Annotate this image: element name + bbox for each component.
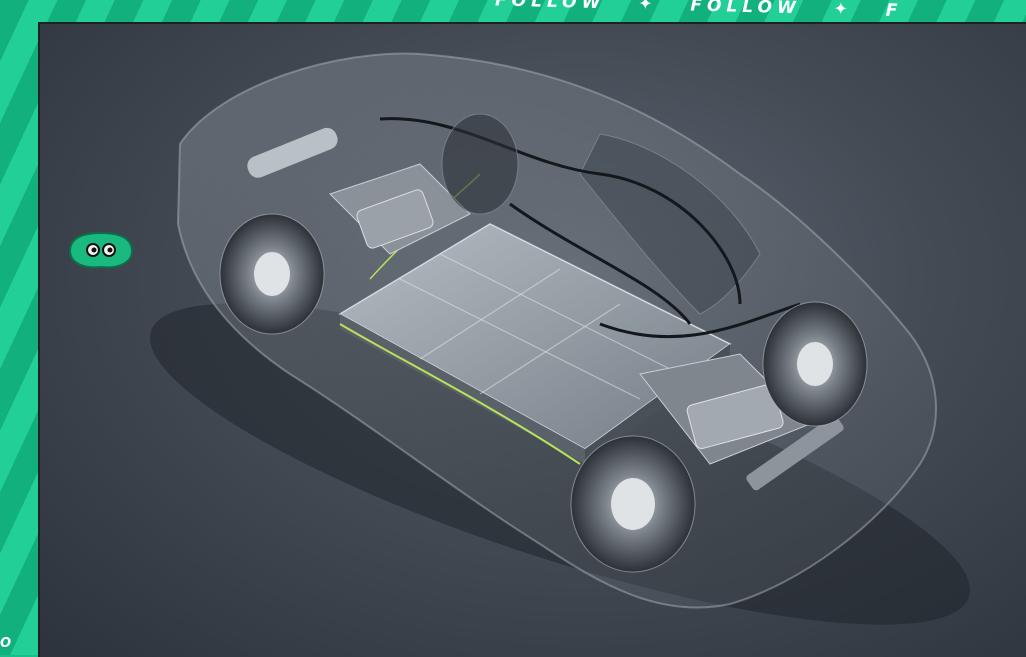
sparkle-icon: ✦ (638, 0, 658, 15)
chassis-photo (38, 22, 1026, 657)
car-chassis-cutaway-icon (149, 52, 971, 625)
banner-word: FOLLOW (494, 0, 606, 14)
eyes-icon (68, 231, 134, 269)
eyes-badge (64, 231, 138, 271)
corner-text: O (0, 636, 15, 651)
follow-banner: FOLLOW ✦ FOLLOW ✦ F (40, 0, 1026, 24)
banner-word: FOLLOW (690, 0, 801, 19)
banner-word: F (885, 0, 903, 22)
banner-text: FOLLOW ✦ FOLLOW ✦ F (495, 0, 925, 22)
sparkle-icon: ✦ (833, 0, 854, 20)
